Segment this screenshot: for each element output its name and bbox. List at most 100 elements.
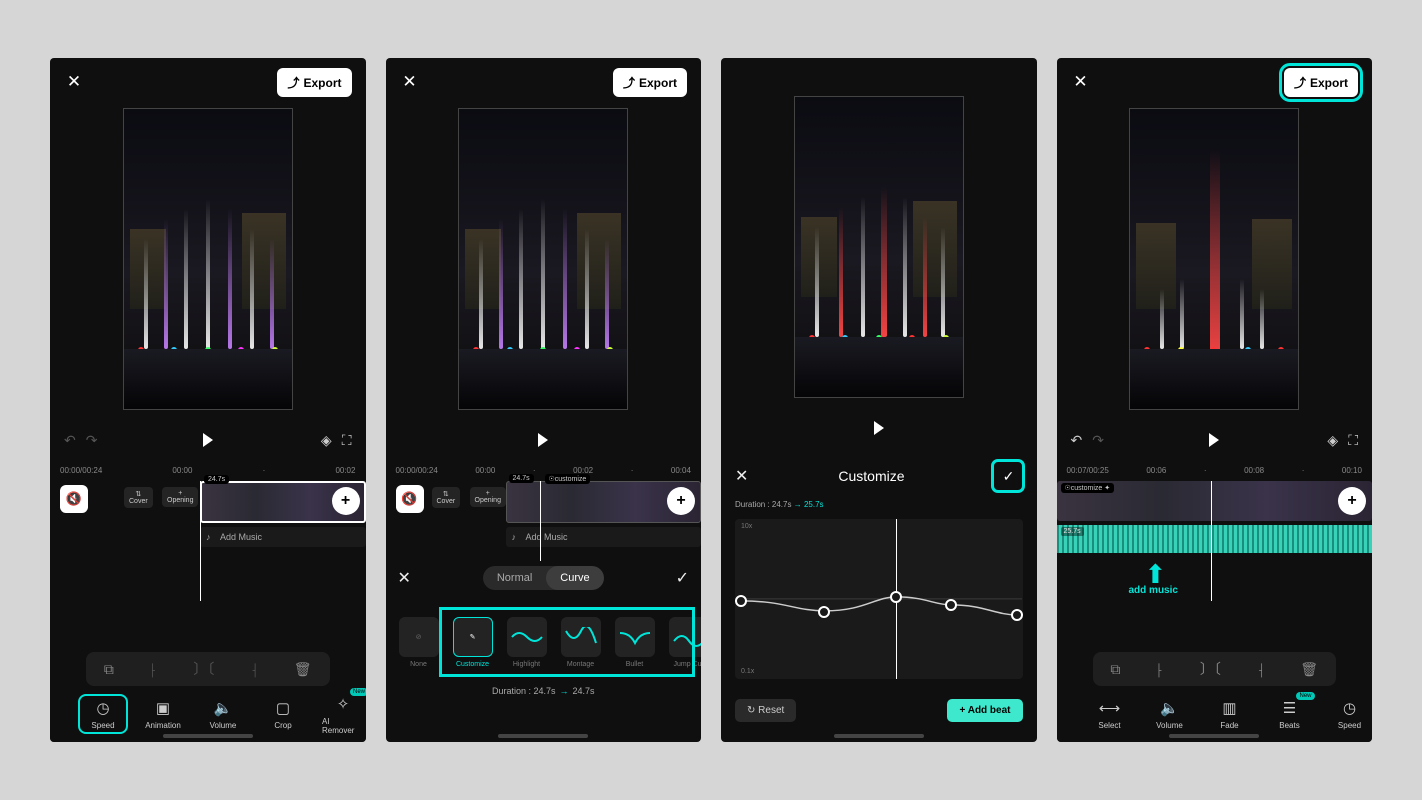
export-button[interactable]: ⤴ Export [277,68,351,97]
home-indicator [834,734,924,738]
add-music-track[interactable]: Add Music [200,527,366,547]
curve-point[interactable] [818,606,830,618]
tool-select[interactable]: ⟷Select [1089,698,1131,730]
cover-chip[interactable]: ⇅Cover [432,487,461,508]
mute-button[interactable]: 🔇 [396,485,424,513]
tool-fade[interactable]: ▥Fade [1209,698,1251,730]
clip-duration-badge: 24.7s [509,474,534,483]
curve-none[interactable]: ⊘None [396,617,442,668]
mute-button[interactable]: 🔇 [60,485,88,513]
play-button[interactable] [203,433,213,447]
split-icon[interactable]: 〕〔 [1200,659,1221,679]
add-clip-button[interactable]: + [667,487,695,515]
duplicate-icon[interactable]: ⧉ [104,661,114,678]
panel-customize-curve: ✕ Customize ✓ Duration : 24.7s → 25.7s 1… [721,58,1037,742]
home-indicator [163,734,253,738]
add-clip-button[interactable]: + [332,487,360,515]
tool-volume[interactable]: 🔈Volume [202,698,244,730]
curve-bullet[interactable]: Bullet [612,617,658,668]
delete-icon[interactable]: 🗑 [1300,661,1318,678]
arrow-label: add music [1129,585,1178,596]
undo-redo[interactable]: ↶↷ [64,432,97,449]
confirm-speed-button[interactable]: ✓ [676,568,689,588]
video-preview[interactable] [123,108,293,410]
speed-curve-editor[interactable]: 10x 0.1x [735,519,1023,679]
export-button[interactable]: ⤴ Export [613,68,687,97]
cancel-customize-button[interactable]: ✕ [735,466,748,486]
video-preview[interactable] [1129,108,1299,410]
panel-audio-added: ✕ ⤴ Export ↶↷ ◈⛶ 00:07/00:25 00:06· 00:0… [1057,58,1373,742]
curve-point[interactable] [890,591,902,603]
video-preview[interactable] [794,96,964,398]
export-icon: ⤴ [1294,74,1306,91]
clip-edit-row: ⧉ ⸠ 〕〔 ⸡ 🗑 [86,652,330,686]
audio-track[interactable]: 25.7s [1057,525,1373,553]
speed-mode-toggle[interactable]: Normal Curve [483,566,604,590]
curve-highlight[interactable]: Highlight [504,617,550,668]
play-button[interactable] [1209,433,1219,447]
opening-chip[interactable]: +Opening [162,487,198,507]
split-right-icon[interactable]: ⸡ [250,660,258,679]
split-icon[interactable]: 〕〔 [193,659,214,679]
cancel-speed-button[interactable]: ✕ [398,568,411,588]
panel-speed-tool: ✕ ⤴ Export ↶↷ ◈⛶ 00:00/00:24 00:00· 00:0… [50,58,366,742]
tool-speed[interactable]: ◷Speed [1329,698,1371,730]
speed-icon: ◷ [1340,698,1360,718]
timecode-ruler: 00:00/00:24 00:00· 00:02 [50,466,366,475]
tool-ai-remover[interactable]: New✧AI Remover [322,694,364,735]
split-left-icon[interactable]: ⸠ [1156,660,1164,679]
cover-chip[interactable]: ⇅Cover [124,487,153,508]
export-button[interactable]: ⤴ Export [1284,68,1358,97]
curve-jumpcut[interactable]: Jump Cut [666,617,702,668]
curve-point[interactable] [1011,609,1023,621]
tool-animation[interactable]: ▣Animation [142,698,184,730]
play-button[interactable] [538,433,548,447]
curve-customize[interactable]: ✎Customize [450,617,496,668]
add-music-track[interactable]: Add Music [506,527,702,547]
tool-volume[interactable]: 🔈Volume [1149,698,1191,730]
tab-curve[interactable]: Curve [546,566,603,590]
curve-montage[interactable]: Montage [558,617,604,668]
home-indicator [498,734,588,738]
add-clip-button[interactable]: + [1338,487,1366,515]
split-left-icon[interactable]: ⸠ [150,660,158,679]
playhead[interactable] [540,481,541,561]
play-button[interactable] [874,421,884,435]
tab-normal[interactable]: Normal [483,566,546,590]
beats-icon: ☰ [1280,698,1300,718]
clip-edit-row: ⧉ ⸠ 〕〔 ⸡ 🗑 [1093,652,1337,686]
duration-readout: Duration : 24.7s→24.7s [386,686,702,696]
video-preview[interactable] [458,108,628,410]
home-indicator [1169,734,1259,738]
duplicate-icon[interactable]: ⧉ [1110,661,1120,678]
tool-beats[interactable]: New☰Beats [1269,698,1311,730]
curve-point[interactable] [735,595,747,607]
split-right-icon[interactable]: ⸡ [1257,660,1265,679]
reset-button[interactable]: ↻ Reset [735,699,796,722]
playhead[interactable] [1211,481,1212,601]
aspect-expand[interactable]: ◈⛶ [1327,432,1358,449]
close-button[interactable]: ✕ [400,72,420,92]
timecode-ruler: 00:00/00:24 00:00· 00:02· 00:04 [386,466,702,475]
confirm-customize-button[interactable]: ✓ [994,462,1022,490]
timeline-clip[interactable]: ☉customize ✦ [1057,481,1373,521]
add-beat-button[interactable]: + Add beat [947,699,1022,722]
export-label: Export [1310,76,1348,90]
close-button[interactable]: ✕ [64,72,84,92]
aspect-expand[interactable]: ◈⛶ [321,432,352,449]
curve-point[interactable] [945,599,957,611]
duration-readout: Duration : 24.7s → 25.7s [721,500,1037,509]
playhead[interactable] [200,481,201,601]
opening-chip[interactable]: +Opening [470,487,506,507]
select-icon: ⟷ [1100,698,1120,718]
curve-preset-row: ⊘None ✎Customize Highlight Montage Bulle… [386,606,702,678]
delete-icon[interactable]: 🗑 [294,661,312,678]
close-button[interactable]: ✕ [1071,72,1091,92]
audio-duration-badge: 25.7s [1061,527,1084,536]
tool-crop[interactable]: ▢Crop [262,698,304,730]
clip-mode-badge: ☉customize [545,474,591,484]
tool-speed[interactable]: ◷Speed [82,698,124,730]
speed-icon: ◷ [93,698,113,718]
undo-redo[interactable]: ↶↷ [1071,432,1104,449]
customize-title: Customize [838,468,904,484]
